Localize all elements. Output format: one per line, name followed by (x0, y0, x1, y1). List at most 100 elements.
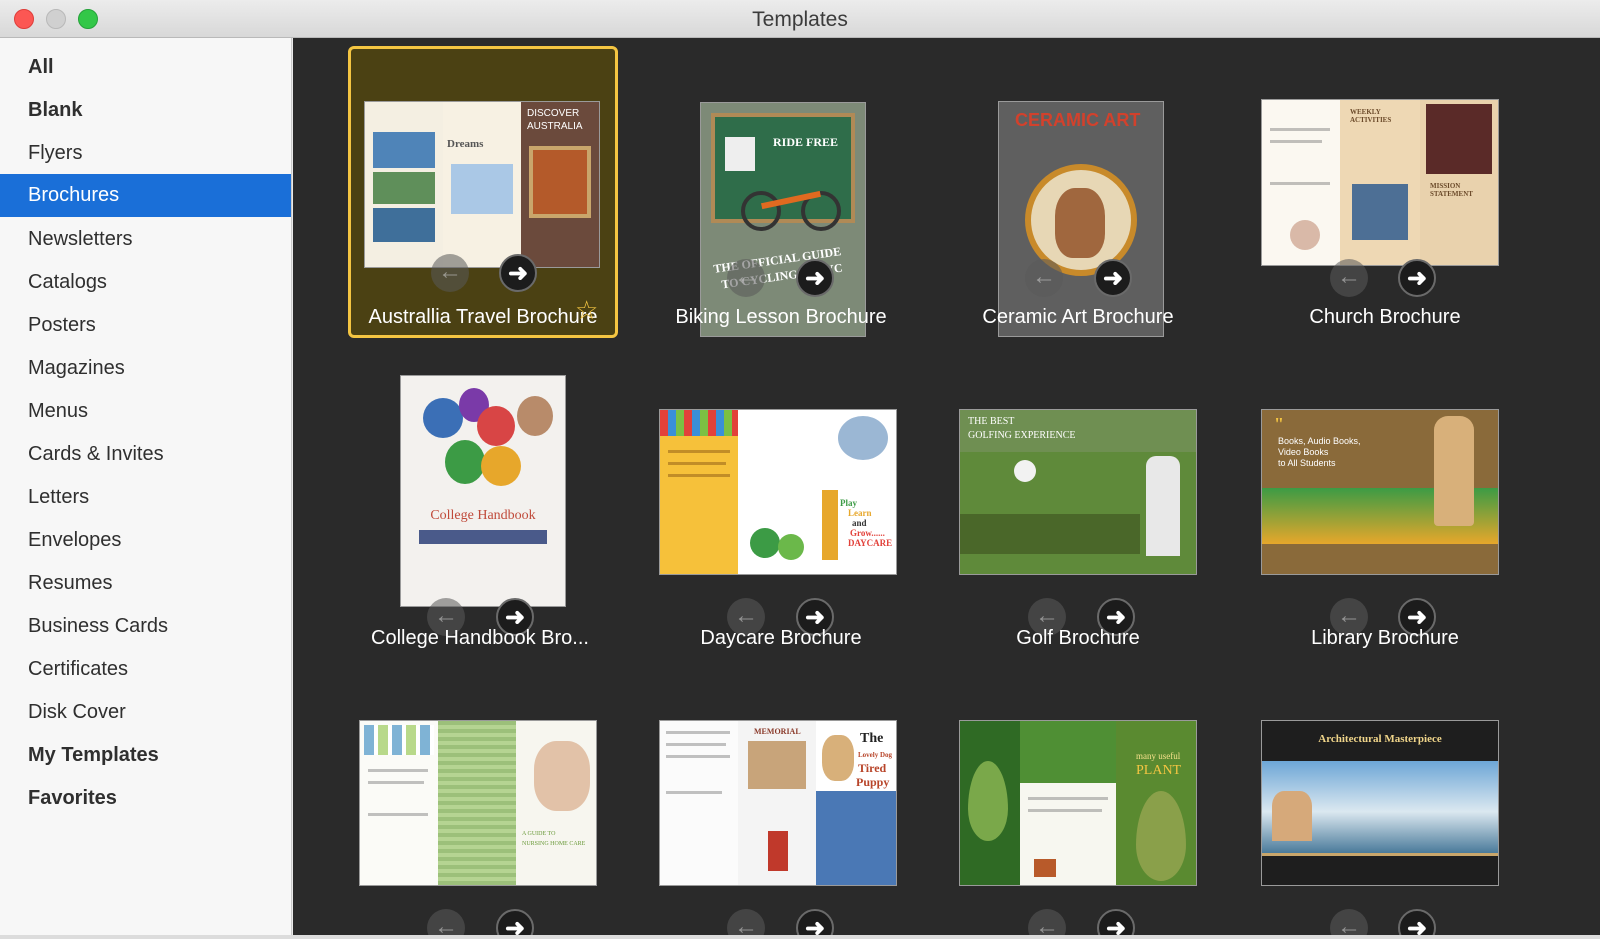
template-name: Biking Lesson Brochure (675, 306, 887, 328)
template-tile-plant[interactable]: many useful PLANT ← ➜ (943, 676, 1213, 935)
brochure-panel: MEMORIAL (738, 721, 816, 885)
template-tile-australia-travel[interactable]: Dreams DISCOVER AUSTRALIA ← ➜ Australlia… (348, 46, 618, 338)
balloon-graphic (423, 398, 463, 438)
preview-next-button[interactable]: ➜ (1398, 259, 1436, 297)
template-tile-architectural-masterpiece[interactable]: Architectural Masterpiece ← ➜ (1250, 676, 1520, 935)
candles-photo (1426, 104, 1492, 174)
sidebar-item-posters[interactable]: Posters (0, 304, 291, 347)
brochure-panel: WEEKLY ACTIVITIES (1340, 100, 1420, 265)
preview-prev-button[interactable]: ← (727, 909, 765, 935)
hydrant-graphic (768, 831, 788, 871)
sidebar-item-favorites[interactable]: Favorites (0, 777, 291, 820)
preview-prev-button[interactable]: ← (1028, 909, 1066, 935)
text-line (368, 769, 428, 772)
thumb-text: PLANT (1136, 763, 1182, 778)
puppy-graphic (822, 735, 854, 781)
template-tile-biking-lesson[interactable]: RIDE FREE THE OFFICIAL GUIDE TO CYCLING … (646, 46, 916, 338)
thumb-text: The (860, 731, 884, 746)
sidebar-item-flyers[interactable]: Flyers (0, 132, 291, 175)
text-line (1270, 140, 1322, 143)
sidebar-item-letters[interactable]: Letters (0, 476, 291, 519)
template-tile-daycare[interactable]: Play Learn and Grow...... DAYCARE ← ➜ Da… (646, 365, 916, 657)
thumb-text: Books, Audio Books, (1278, 436, 1361, 446)
preview-prev-button[interactable]: ← (1330, 909, 1368, 935)
handprints-graphic (660, 410, 738, 436)
text-line (1028, 809, 1102, 812)
thumb-text: Video Books (1278, 447, 1329, 457)
photo-graphic (517, 396, 553, 436)
template-tile-nursing-home-care[interactable]: A GUIDE TO NURSING HOME CARE ← ➜ (345, 676, 615, 935)
tree-graphic (778, 534, 804, 560)
sidebar-item-my-templates[interactable]: My Templates (0, 734, 291, 777)
squares-graphic (364, 725, 434, 755)
template-thumbnail: Dreams DISCOVER AUSTRALIA (365, 102, 599, 267)
preview-next-button[interactable]: ➜ (1094, 259, 1132, 297)
favorite-star-icon[interactable]: ☆ (575, 295, 598, 326)
sidebar-item-magazines[interactable]: Magazines (0, 347, 291, 390)
text-line (668, 462, 726, 465)
preview-next-button[interactable]: ➜ (796, 909, 834, 935)
plants-photo (1020, 721, 1116, 783)
template-tile-golf[interactable]: THE BEST GOLFING EXPERIENCE ← ➜ Golf Bro… (943, 365, 1213, 657)
gold-rule (1262, 853, 1498, 856)
text-line (1270, 182, 1330, 185)
template-thumbnail: Architectural Masterpiece (1262, 721, 1498, 885)
thumb-text: THE BEST (968, 416, 1015, 427)
leaf-graphic (1136, 791, 1186, 881)
thumb-text: Puppy (856, 775, 890, 789)
template-name: College Handbook Bro... (371, 627, 589, 649)
template-gallery: Dreams DISCOVER AUSTRALIA ← ➜ Australlia… (293, 38, 1600, 935)
text-line (368, 781, 424, 784)
template-tile-church[interactable]: WEEKLY ACTIVITIES MISSION STATEMENT ← ➜ … (1250, 46, 1520, 338)
template-tile-ceramic-art[interactable]: CERAMIC ART ← ➜ Ceramic Art Brochure (943, 46, 1213, 338)
sidebar-item-all[interactable]: All (0, 46, 291, 89)
thumb-text: Tired (858, 761, 887, 775)
thumb-text: WEEKLY ACTIVITIES (1350, 108, 1392, 124)
preview-next-button[interactable]: ➜ (1398, 909, 1436, 935)
sidebar-item-resumes[interactable]: Resumes (0, 562, 291, 605)
vase-graphic (1055, 188, 1105, 258)
sidebar-item-envelopes[interactable]: Envelopes (0, 519, 291, 562)
ocean-photo (373, 208, 435, 242)
preview-prev-button[interactable]: ← (427, 909, 465, 935)
template-tile-dog-memorial[interactable]: MEMORIAL The Lovely Dog Tired Puppy ← ➜ (646, 676, 916, 935)
sidebar-item-brochures[interactable]: Brochures (0, 174, 291, 217)
text-line (668, 450, 730, 453)
sidebar-item-catalogs[interactable]: Catalogs (0, 261, 291, 304)
preview-prev-button[interactable]: ← (1330, 259, 1368, 297)
thumb-text: Play (840, 498, 857, 508)
outback-photo (529, 146, 591, 218)
thumb-text: GOLFING EXPERIENCE (968, 430, 1076, 441)
preview-next-button[interactable]: ➜ (499, 254, 537, 292)
preview-prev-button[interactable]: ← (727, 259, 765, 297)
preview-next-button[interactable]: ➜ (496, 909, 534, 935)
brochure-panel (738, 410, 818, 574)
thumb-text: A GUIDE TO (522, 831, 556, 837)
thumb-text: DISCOVER (527, 108, 580, 119)
thumb-text: RIDE FREE (773, 135, 839, 149)
photo-graphic (725, 137, 755, 171)
sidebar-item-cards-invites[interactable]: Cards & Invites (0, 433, 291, 476)
pot-graphic (1034, 859, 1056, 877)
preview-prev-button[interactable]: ← (431, 254, 469, 292)
template-thumbnail: " Books, Audio Books, Video Books to All… (1262, 410, 1498, 574)
thumb-text: DAYCARE (848, 538, 893, 548)
thumb-text: MISSION STATEMENT (1430, 182, 1473, 198)
preview-prev-button[interactable]: ← (1025, 259, 1063, 297)
balloon-graphic (445, 440, 485, 484)
sidebar-item-menus[interactable]: Menus (0, 390, 291, 433)
sidebar-item-blank[interactable]: Blank (0, 89, 291, 132)
preview-next-button[interactable]: ➜ (796, 259, 834, 297)
brochure-panel: many useful PLANT (1116, 721, 1196, 885)
template-tile-library[interactable]: " Books, Audio Books, Video Books to All… (1250, 365, 1520, 657)
sidebar-item-newsletters[interactable]: Newsletters (0, 218, 291, 261)
brochure-panel: A GUIDE TO NURSING HOME CARE (516, 721, 596, 885)
sunflower-graphic (481, 446, 521, 486)
template-tile-college-handbook[interactable]: College Handbook ← ➜ College Handbook Br… (345, 365, 615, 657)
sidebar-item-disk-cover[interactable]: Disk Cover (0, 691, 291, 734)
template-thumbnail: College Handbook (401, 376, 565, 606)
preview-next-button[interactable]: ➜ (1097, 909, 1135, 935)
sidebar-item-business-cards[interactable]: Business Cards (0, 605, 291, 648)
brochure-panel: The Lovely Dog Tired Puppy (816, 721, 896, 885)
sidebar-item-certificates[interactable]: Certificates (0, 648, 291, 691)
